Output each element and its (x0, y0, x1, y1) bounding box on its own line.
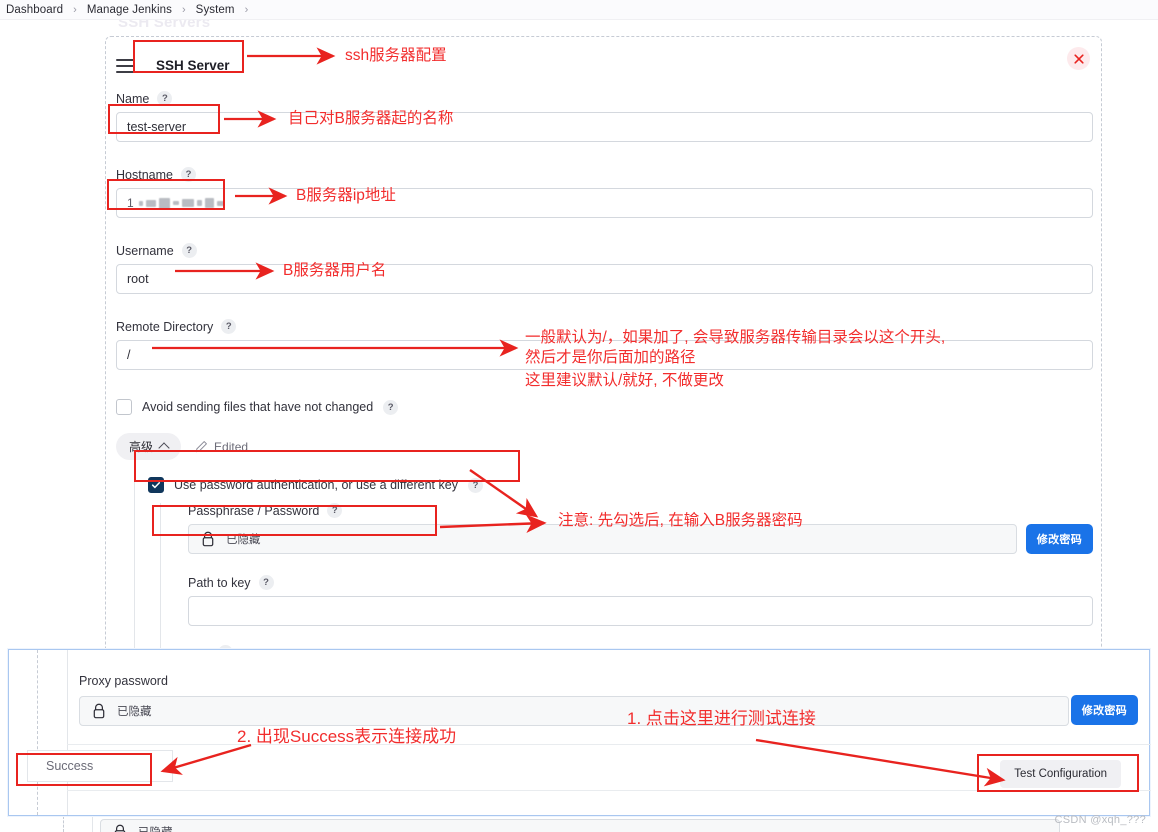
passphrase-value: 已隐藏 (226, 534, 261, 546)
avoid-sending-files-checkbox-row[interactable]: Avoid sending files that have not change… (116, 399, 1093, 415)
field-name-label-row: Name ? (116, 91, 1093, 106)
advanced-toggle-label: 高级 (129, 440, 154, 454)
help-icon[interactable]: ? (221, 319, 237, 334)
lock-icon (202, 531, 214, 547)
breadcrumb-separator: › (73, 3, 77, 16)
overlay-dashed-rule (37, 650, 38, 815)
close-icon[interactable] (1067, 47, 1090, 70)
field-hostname-label: Hostname (116, 167, 173, 182)
pencil-icon (195, 441, 207, 453)
field-path-to-key-label-row: Path to key ? (188, 575, 1093, 590)
field-passphrase: Passphrase / Password ? 已隐藏 修改密码 (188, 503, 1093, 554)
breadcrumb-item-system[interactable]: System (194, 4, 237, 16)
field-remote-directory-label: Remote Directory (116, 319, 214, 334)
field-remote-directory-label-row: Remote Directory ? (116, 319, 1093, 334)
sliver-dashed-rule (63, 816, 64, 832)
proxy-password-value: 已隐藏 (117, 706, 152, 718)
help-icon[interactable]: ? (157, 91, 173, 106)
breadcrumb-item-dashboard[interactable]: Dashboard (4, 4, 65, 16)
help-icon[interactable]: ? (327, 503, 343, 518)
proxy-password-input[interactable]: 已隐藏 (79, 696, 1069, 726)
overlay-divider (67, 744, 1151, 745)
field-name: Name ? test-server (116, 91, 1093, 142)
passphrase-row: 已隐藏 修改密码 (188, 524, 1093, 554)
redacted-hostname-value (138, 196, 224, 210)
proxy-password-label: Proxy password (79, 674, 168, 688)
help-icon[interactable]: ? (258, 575, 274, 590)
field-passphrase-label-row: Passphrase / Password ? (188, 503, 1093, 518)
sliver-hidden-password-value: 已隐藏 (138, 824, 173, 832)
password-auth-left-rule (160, 503, 161, 657)
advanced-content: Use password authentication, or use a di… (134, 471, 1093, 657)
overlay-divider (67, 790, 1151, 791)
proxy-password-row: 已隐藏 (79, 696, 1069, 726)
edited-label: Edited (214, 439, 249, 454)
below-overlay-sliver: 已隐藏 (0, 816, 1158, 832)
drag-handle-icon[interactable] (116, 58, 134, 73)
field-hostname: Hostname ? 1 (116, 167, 1093, 218)
help-icon[interactable]: ? (181, 243, 197, 258)
path-to-key-input[interactable] (188, 596, 1093, 626)
help-icon[interactable]: ? (180, 167, 196, 182)
watermark: CSDN @xqh_??? (1054, 814, 1146, 826)
use-password-auth-checkbox-row[interactable]: Use password authentication, or use a di… (148, 477, 483, 493)
avoid-sending-files-label: Avoid sending files that have not change… (142, 400, 374, 414)
breadcrumb-separator: › (182, 3, 186, 16)
username-input[interactable]: root (116, 264, 1093, 294)
test-connection-overlay: Proxy password 已隐藏 修改密码 Success Test Con… (8, 649, 1151, 816)
lock-icon (114, 824, 126, 832)
lock-icon (93, 703, 105, 719)
password-auth-content: Passphrase / Password ? 已隐藏 修改密码 Path to… (160, 503, 1093, 657)
hostname-input[interactable]: 1 (116, 188, 1093, 218)
remote-directory-input[interactable]: / (116, 340, 1093, 370)
breadcrumb-separator: › (244, 3, 249, 16)
advanced-left-rule (134, 471, 135, 657)
field-path-to-key-label: Path to key (188, 575, 251, 590)
field-username-label-row: Username ? (116, 243, 1093, 258)
sliver-hidden-password-input[interactable]: 已隐藏 (100, 819, 1060, 832)
sliver-rule (92, 816, 93, 832)
help-icon[interactable]: ? (467, 477, 483, 493)
field-username-label: Username (116, 243, 174, 258)
edited-indicator: Edited (195, 440, 248, 454)
ssh-server-card: SSH Server Name ? test-server Hostname ?… (105, 36, 1102, 657)
help-icon[interactable]: ? (383, 399, 399, 415)
field-hostname-label-row: Hostname ? (116, 167, 1093, 182)
change-password-button[interactable]: 修改密码 (1025, 524, 1093, 554)
field-passphrase-label: Passphrase / Password (188, 503, 320, 518)
use-password-auth-checkbox[interactable] (148, 477, 164, 493)
avoid-sending-files-checkbox[interactable] (116, 399, 132, 415)
use-password-auth-label: Use password authentication, or use a di… (174, 478, 458, 492)
field-remote-directory: Remote Directory ? / (116, 319, 1093, 370)
breadcrumb-item-manage-jenkins[interactable]: Manage Jenkins (85, 4, 174, 16)
breadcrumb: Dashboard › Manage Jenkins › System › (0, 0, 1158, 20)
field-name-label: Name (116, 91, 150, 106)
check-icon (151, 482, 161, 489)
advanced-toggle-button[interactable]: 高级 (116, 433, 182, 460)
field-username: Username ? root (116, 243, 1093, 294)
field-path-to-key: Path to key ? (188, 575, 1093, 626)
overlay-change-password-button[interactable]: 修改密码 (1070, 695, 1138, 725)
ssh-server-title: SSH Server (156, 58, 230, 73)
chevron-up-icon (158, 442, 170, 454)
passphrase-input[interactable]: 已隐藏 (188, 524, 1017, 554)
name-input[interactable]: test-server (116, 112, 1093, 142)
advanced-section-row: 高级 Edited (116, 433, 248, 460)
ssh-server-card-header: SSH Server (116, 49, 242, 82)
test-configuration-button[interactable]: Test Configuration (1000, 760, 1121, 788)
success-status: Success (27, 750, 173, 782)
